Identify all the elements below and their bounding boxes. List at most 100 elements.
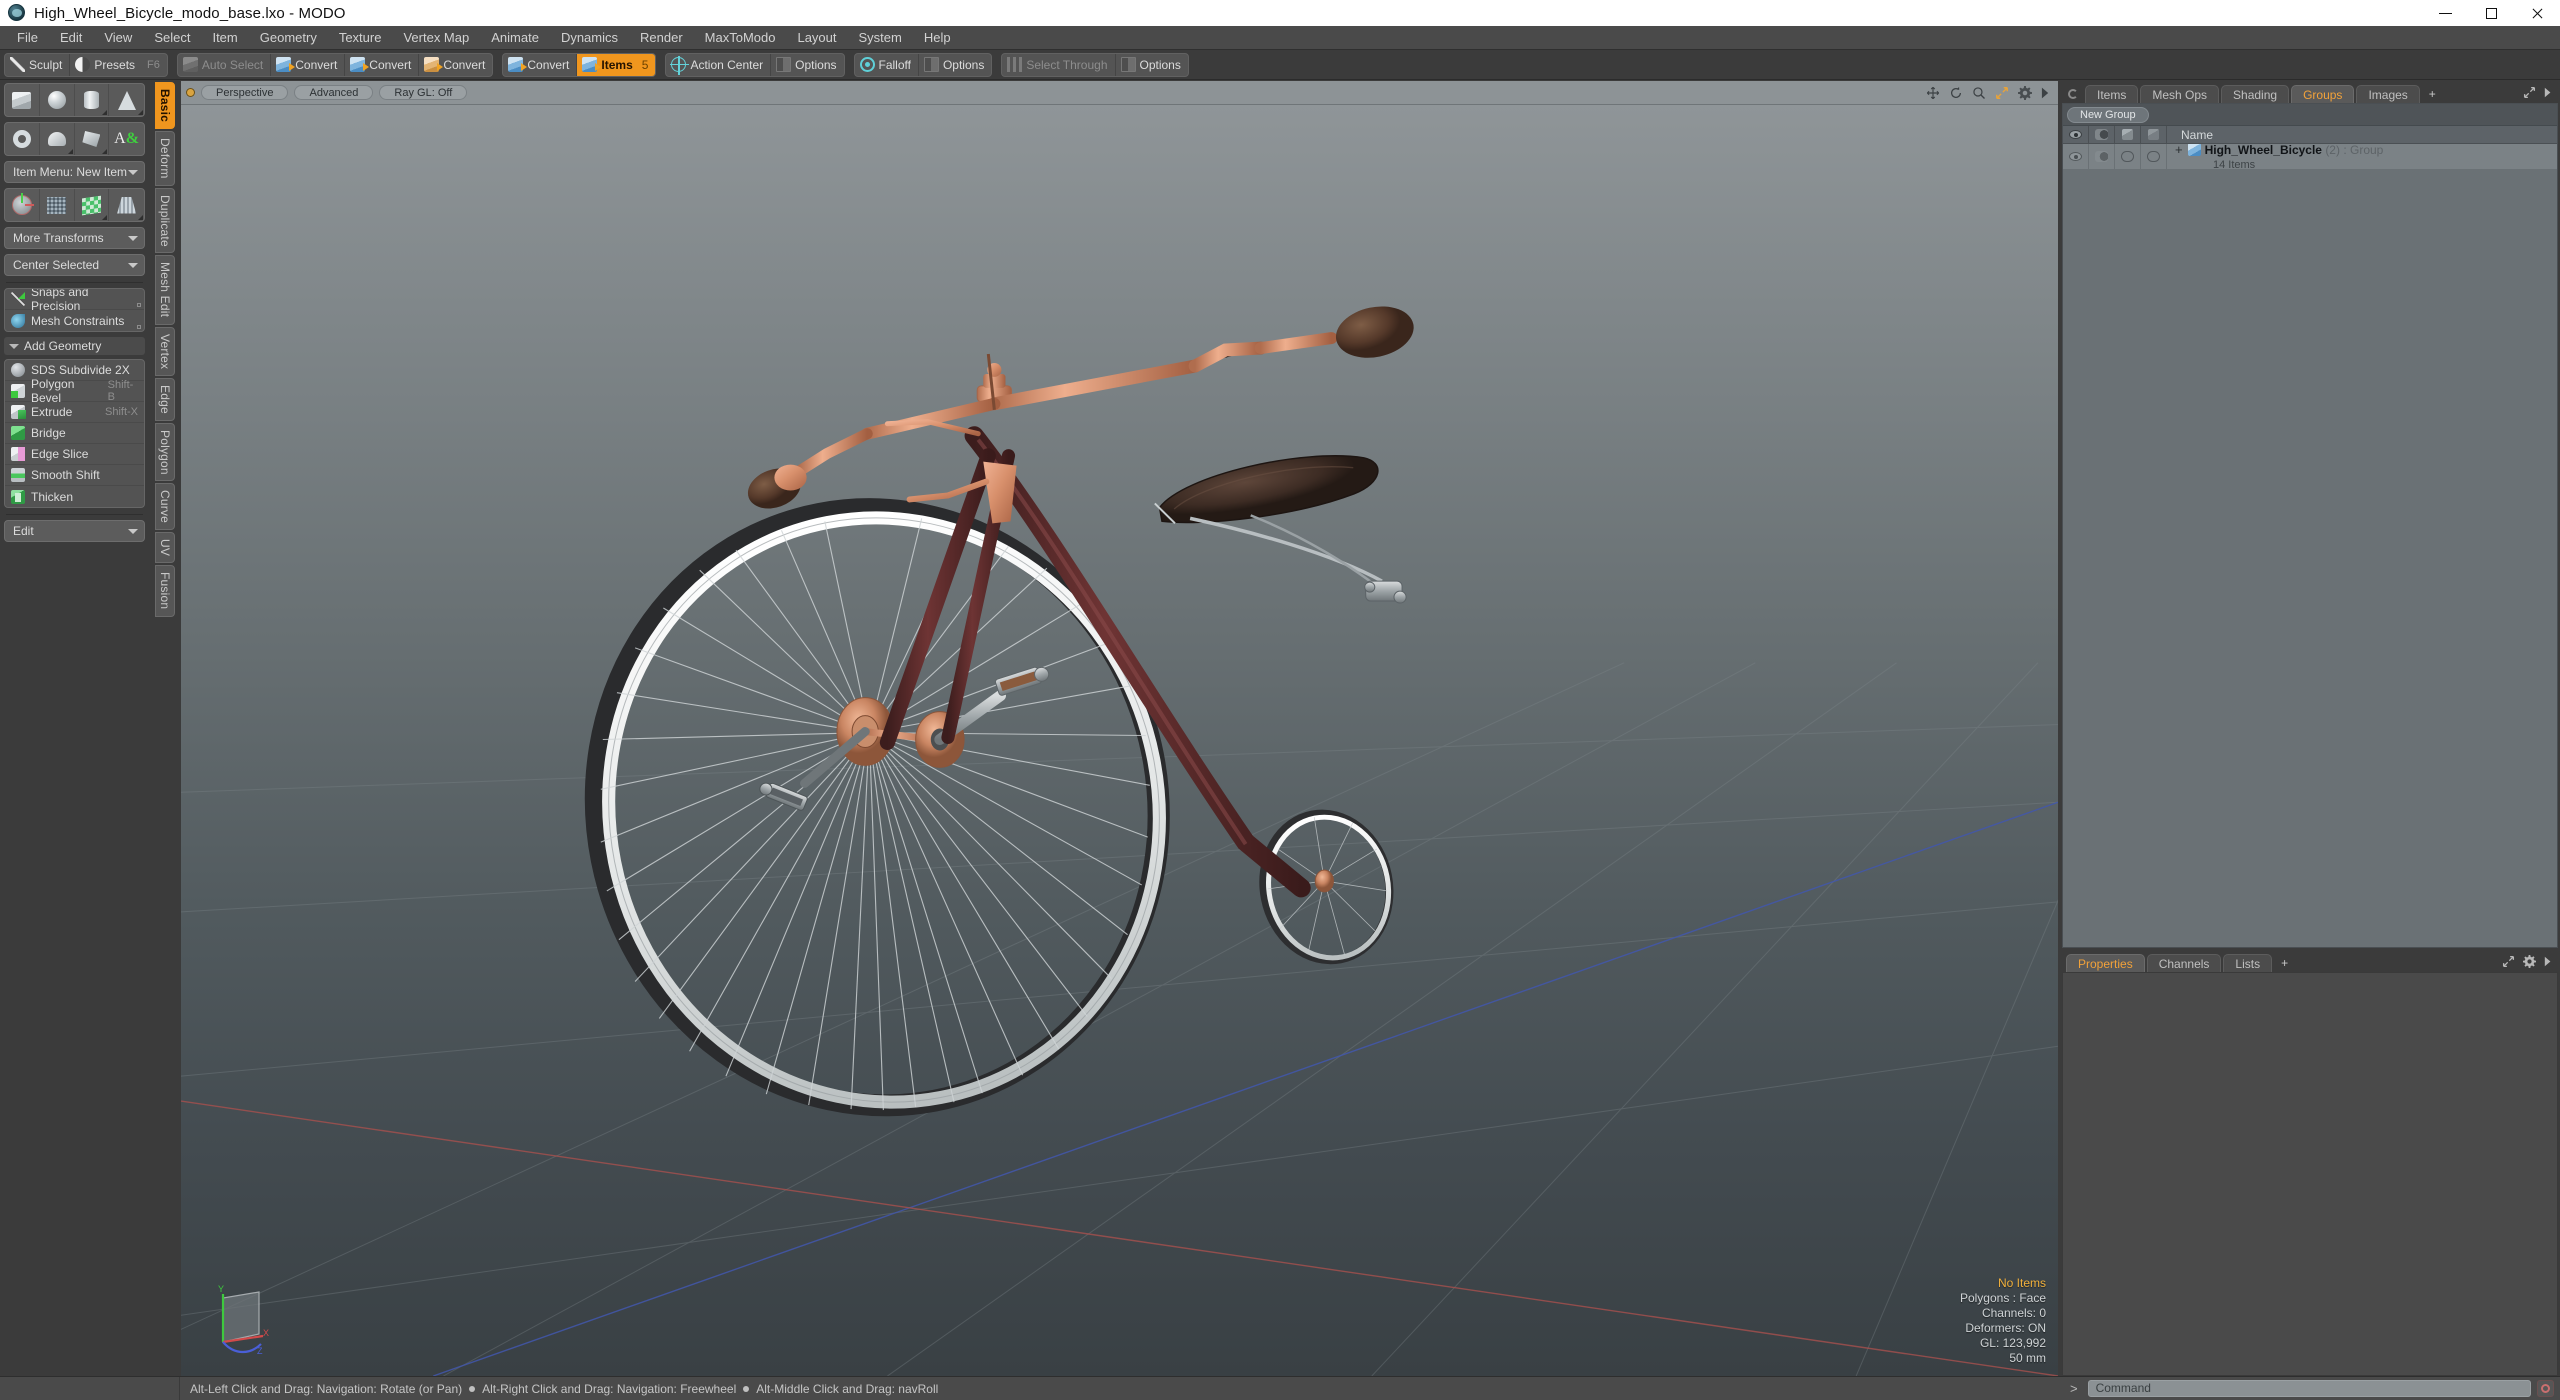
vtab-edge[interactable]: Edge — [155, 377, 175, 421]
vtab-polygon[interactable]: Polygon — [155, 422, 175, 482]
row-render-toggle[interactable] — [2115, 144, 2141, 170]
taper-tool-button[interactable] — [109, 189, 144, 221]
center-selected-dropdown[interactable]: Center Selected — [4, 254, 145, 276]
more-transforms-dropdown[interactable]: More Transforms — [4, 227, 145, 249]
header-shading-column[interactable] — [2089, 125, 2115, 144]
tab-groups[interactable]: Groups — [2291, 85, 2355, 103]
action-center-options-button[interactable]: Options — [771, 54, 843, 76]
torus-primitive-button[interactable] — [5, 123, 40, 155]
shear-tool-button[interactable] — [75, 189, 110, 221]
view-mode-button[interactable]: Perspective — [201, 85, 289, 100]
row-shading-toggle[interactable] — [2089, 144, 2115, 170]
menu-render[interactable]: Render — [629, 26, 694, 50]
record-macro-icon[interactable] — [2537, 1380, 2554, 1397]
expand-toggle[interactable]: + — [2175, 144, 2183, 157]
ray-gl-button[interactable]: Ray GL: Off — [379, 85, 468, 100]
item-menu-dropdown[interactable]: Item Menu: New Item — [4, 161, 145, 183]
tab-channels[interactable]: Channels — [2146, 954, 2222, 972]
convert-button-1[interactable]: Convert — [271, 53, 346, 76]
edge-slice-button[interactable]: Edge Slice — [5, 444, 144, 465]
menu-select[interactable]: Select — [143, 26, 201, 50]
row-visibility-toggle[interactable] — [2063, 144, 2089, 170]
falloff-options-button[interactable]: Options — [919, 54, 991, 76]
mesh-constraints-button[interactable]: Mesh Constraints — [5, 310, 144, 331]
menu-vertex-map[interactable]: Vertex Map — [392, 26, 480, 50]
text-primitive-button[interactable]: A& — [109, 123, 144, 155]
menu-file[interactable]: File — [6, 26, 49, 50]
gear-icon[interactable] — [2018, 86, 2032, 100]
tab-images[interactable]: Images — [2356, 85, 2420, 103]
vtab-duplicate[interactable]: Duplicate — [155, 187, 175, 254]
vtab-basic[interactable]: Basic — [155, 82, 175, 130]
tab-items[interactable]: Items — [2085, 85, 2139, 103]
more-arrow-icon[interactable] — [2544, 86, 2552, 100]
menu-item[interactable]: Item — [201, 26, 248, 50]
header-visibility-column[interactable] — [2063, 125, 2089, 144]
cone-primitive-button[interactable] — [109, 84, 144, 116]
add-geometry-section-header[interactable]: Add Geometry — [4, 337, 145, 355]
extrude-button[interactable]: Extrude Shift-X — [5, 402, 144, 423]
viewport-3d[interactable]: Y X Z No Items Polygons : Face Channels:… — [181, 105, 2058, 1376]
cylinder-primitive-button[interactable] — [75, 84, 110, 116]
tube-primitive-button[interactable] — [40, 123, 75, 155]
menu-system[interactable]: System — [848, 26, 913, 50]
presets-button[interactable]: Sculpt Presets F6 — [70, 54, 167, 76]
maximize-panel-icon[interactable] — [2502, 955, 2516, 969]
convert-button-2[interactable]: Convert — [345, 53, 420, 76]
tab-properties[interactable]: Properties — [2066, 954, 2145, 972]
header-select-column[interactable] — [2141, 125, 2167, 144]
table-row[interactable]: + High_Wheel_Bicycle (2) : Group 14 Items — [2063, 144, 2557, 171]
bridge-button[interactable]: Bridge — [5, 423, 144, 444]
menu-layout[interactable]: Layout — [786, 26, 847, 50]
bend-tool-button[interactable] — [40, 189, 75, 221]
panel-menu-icon[interactable] — [2068, 89, 2078, 99]
row-select-toggle[interactable] — [2141, 144, 2167, 170]
menu-animate[interactable]: Animate — [480, 26, 550, 50]
vtab-uv[interactable]: UV — [155, 532, 175, 564]
vtab-curve[interactable]: Curve — [155, 483, 175, 531]
tab-shading[interactable]: Shading — [2221, 85, 2290, 103]
menu-edit[interactable]: Edit — [49, 26, 93, 50]
auto-select-button[interactable]: Auto Select — [178, 53, 272, 76]
select-through-button[interactable]: Select Through — [1002, 53, 1116, 76]
smooth-shift-button[interactable]: Smooth Shift — [5, 465, 144, 486]
cube-primitive-button[interactable] — [5, 84, 40, 116]
close-button[interactable] — [2514, 0, 2560, 26]
shading-mode-button[interactable]: Advanced — [294, 85, 374, 100]
menu-help[interactable]: Help — [913, 26, 962, 50]
viewport-menu-dot[interactable] — [187, 89, 194, 96]
pan-icon[interactable] — [1926, 86, 1940, 100]
convert-button-4[interactable]: Convert — [503, 53, 578, 76]
action-center-button[interactable]: Action Center — [666, 53, 772, 76]
menu-maxtomodo[interactable]: MaxToModo — [694, 26, 787, 50]
zoom-icon[interactable] — [1972, 86, 1986, 100]
transform-gizmo-button[interactable] — [5, 189, 40, 221]
gear-icon[interactable] — [2523, 955, 2537, 969]
polygon-primitive-button[interactable] — [75, 123, 110, 155]
vtab-deform[interactable]: Deform — [155, 131, 175, 186]
thicken-button[interactable]: Thicken — [5, 486, 144, 507]
convert-button-3[interactable]: Convert — [419, 54, 492, 76]
edit-dropdown[interactable]: Edit — [4, 520, 145, 542]
minimize-button[interactable] — [2422, 0, 2468, 26]
items-mode-button[interactable]: Items 5 — [577, 53, 656, 76]
maximize-button[interactable] — [2468, 0, 2514, 26]
snaps-and-precision-button[interactable]: Snaps and Precision — [5, 289, 144, 313]
new-group-button[interactable]: New Group — [2067, 106, 2149, 123]
tab-lists[interactable]: Lists — [2223, 954, 2273, 972]
vtab-vertex[interactable]: Vertex — [155, 326, 175, 376]
menu-view[interactable]: View — [93, 26, 143, 50]
sculpt-button[interactable]: Sculpt — [5, 53, 71, 76]
menu-geometry[interactable]: Geometry — [249, 26, 328, 50]
falloff-button[interactable]: Falloff — [855, 53, 919, 76]
maximize-viewport-icon[interactable] — [1995, 86, 2009, 100]
vtab-mesh-edit[interactable]: Mesh Edit — [155, 255, 175, 325]
header-render-column[interactable] — [2115, 125, 2141, 144]
menu-dynamics[interactable]: Dynamics — [550, 26, 629, 50]
tab-mesh-ops[interactable]: Mesh Ops — [2140, 85, 2220, 103]
polygon-bevel-button[interactable]: Polygon Bevel Shift-B — [5, 377, 144, 405]
tab-add-props[interactable]: + — [2274, 954, 2295, 972]
vtab-fusion[interactable]: Fusion — [155, 565, 175, 617]
sphere-primitive-button[interactable] — [40, 84, 75, 116]
rotate-icon[interactable] — [1949, 86, 1963, 100]
